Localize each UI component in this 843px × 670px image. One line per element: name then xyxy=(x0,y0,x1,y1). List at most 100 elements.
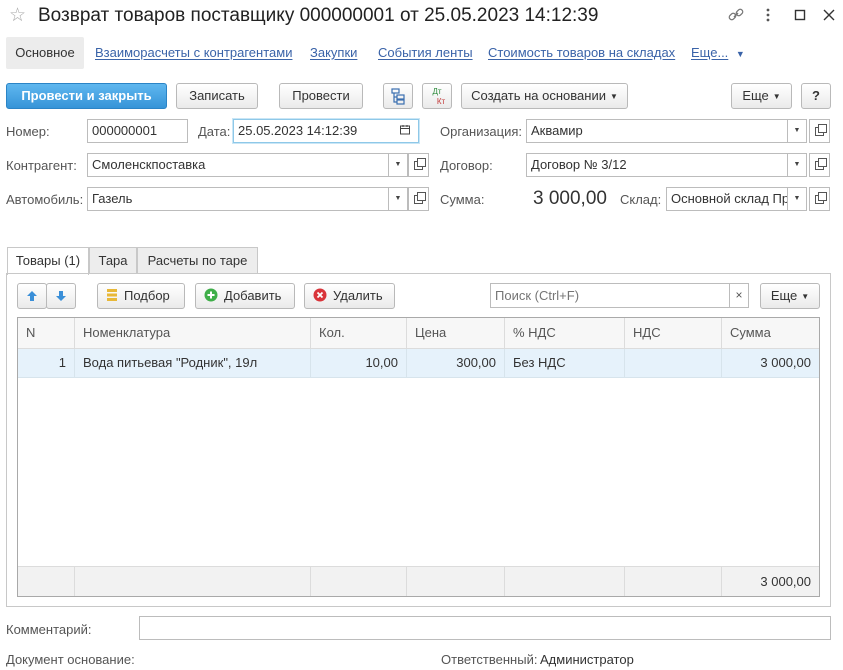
chevron-down-icon[interactable]: ▼ xyxy=(788,153,807,177)
column-header-item[interactable]: Номенклатура xyxy=(75,318,311,349)
responsible-label: Ответственный: xyxy=(441,652,538,667)
nav-link-feed-events[interactable]: События ленты xyxy=(378,44,473,62)
nav-tab-main[interactable]: Основное xyxy=(6,37,84,69)
cell-n[interactable]: 1 xyxy=(18,349,75,378)
warehouse-field[interactable]: Основной склад Пр xyxy=(666,187,788,211)
footer-cell xyxy=(311,566,407,596)
cell-vat[interactable] xyxy=(625,349,722,378)
open-icon[interactable] xyxy=(809,119,830,143)
cell-item[interactable]: Вода питьевая "Родник", 19л xyxy=(75,349,311,378)
kt-label: Кт xyxy=(436,97,446,106)
save-button[interactable]: Записать xyxy=(176,83,258,109)
dt-kt-button[interactable]: Дт Кт xyxy=(422,83,452,109)
base-document-label: Документ основание: xyxy=(6,652,135,667)
dt-label: Дт xyxy=(432,87,442,96)
add-icon xyxy=(204,288,218,302)
nav-link-settlements[interactable]: Взаиморасчеты с контрагентами xyxy=(95,44,292,62)
comment-field[interactable] xyxy=(139,616,831,640)
clear-search-icon[interactable]: × xyxy=(729,283,749,308)
search-input[interactable] xyxy=(490,283,730,308)
column-header-qty[interactable]: Кол. xyxy=(311,318,407,349)
post-button[interactable]: Провести xyxy=(279,83,363,109)
delete-icon xyxy=(313,288,327,302)
open-icon[interactable] xyxy=(809,187,830,211)
nav-more[interactable]: Еще... ▼ xyxy=(691,44,745,63)
more-button[interactable]: Еще ▼ xyxy=(731,83,792,109)
chevron-down-icon[interactable]: ▼ xyxy=(788,187,807,211)
add-button[interactable]: Добавить xyxy=(195,283,295,309)
column-header-n[interactable]: N xyxy=(18,318,75,349)
car-label: Автомобиль: xyxy=(6,192,84,207)
window-title: Возврат товаров поставщику 000000001 от … xyxy=(38,5,599,26)
open-icon[interactable] xyxy=(408,187,429,211)
add-label: Добавить xyxy=(224,288,282,303)
cell-qty[interactable]: 10,00 xyxy=(311,349,407,378)
footer-cell xyxy=(505,566,625,596)
column-header-price[interactable]: Цена xyxy=(407,318,505,349)
tab-containers[interactable]: Тара xyxy=(89,247,137,274)
pick-icon xyxy=(107,289,117,301)
contract-label: Договор: xyxy=(440,158,493,173)
contract-field[interactable]: Договор № 3/12 xyxy=(526,153,788,177)
nav-link-purchases[interactable]: Закупки xyxy=(310,44,357,62)
help-button[interactable]: ? xyxy=(801,83,831,109)
chevron-down-icon[interactable]: ▼ xyxy=(389,153,408,177)
cell-vat-rate[interactable]: Без НДС xyxy=(505,349,625,378)
organization-field[interactable]: Аквамир xyxy=(526,119,788,143)
tab-container-settlements[interactable]: Расчеты по таре xyxy=(137,247,258,274)
pick-label: Подбор xyxy=(124,288,170,303)
footer-cell xyxy=(18,566,75,596)
footer-cell xyxy=(625,566,722,596)
close-icon[interactable] xyxy=(820,6,838,24)
link-icon[interactable] xyxy=(727,6,745,24)
number-label: Номер: xyxy=(6,124,50,139)
organization-label: Организация: xyxy=(440,124,523,139)
nav-link-stock-value[interactable]: Стоимость товаров на складах xyxy=(488,44,675,62)
calendar-icon[interactable] xyxy=(398,123,414,139)
number-field[interactable]: 000000001 xyxy=(87,119,188,143)
responsible-value[interactable]: Администратор xyxy=(540,652,634,668)
column-header-vat-rate[interactable]: % НДС xyxy=(505,318,625,349)
table-more-label: Еще xyxy=(770,288,798,303)
chevron-down-icon[interactable]: ▼ xyxy=(389,187,408,211)
favorite-star-icon[interactable]: ☆ xyxy=(9,5,26,27)
date-field[interactable]: 25.05.2023 14:12:39 xyxy=(233,119,419,143)
chevron-down-icon[interactable]: ▼ xyxy=(788,119,807,143)
footer-total-sum: 3 000,00 xyxy=(722,566,819,596)
tab-goods[interactable]: Товары (1) xyxy=(7,247,89,275)
open-icon[interactable] xyxy=(408,153,429,177)
footer-cell xyxy=(407,566,505,596)
more-vert-icon[interactable] xyxy=(759,6,777,24)
contractor-label: Контрагент: xyxy=(6,158,77,173)
post-and-close-button[interactable]: Провести и закрыть xyxy=(6,83,167,109)
comment-label: Комментарий: xyxy=(6,622,92,637)
goods-table: N Номенклатура Кол. Цена % НДС НДС Сумма… xyxy=(17,317,820,597)
cell-price[interactable]: 300,00 xyxy=(407,349,505,378)
car-field[interactable]: Газель xyxy=(87,187,389,211)
chevron-down-icon: ▼ xyxy=(735,49,745,59)
column-header-vat[interactable]: НДС xyxy=(625,318,722,349)
column-header-sum[interactable]: Сумма xyxy=(722,318,819,349)
nav-more-label: Еще... xyxy=(691,45,729,60)
create-based-on-button[interactable]: Создать на основании ▼ xyxy=(461,83,628,109)
delete-button[interactable]: Удалить xyxy=(304,283,395,309)
table-more-button[interactable]: Еще ▼ xyxy=(760,283,820,309)
arrow-down-icon[interactable] xyxy=(46,283,76,309)
open-icon[interactable] xyxy=(809,153,830,177)
warehouse-label: Склад: xyxy=(620,192,662,207)
sum-label: Сумма: xyxy=(440,192,485,207)
create-based-on-label: Создать на основании xyxy=(471,88,606,103)
pick-button[interactable]: Подбор xyxy=(97,283,185,309)
structure-icon[interactable] xyxy=(383,83,413,109)
more-label: Еще xyxy=(742,88,769,103)
cell-sum[interactable]: 3 000,00 xyxy=(722,349,819,378)
chevron-down-icon: ▼ xyxy=(609,91,618,101)
minimize-icon[interactable] xyxy=(791,6,809,24)
footer-cell xyxy=(75,566,311,596)
sum-value: 3 000,00 xyxy=(533,188,607,209)
chevron-down-icon: ▼ xyxy=(772,91,781,101)
contractor-field[interactable]: Смоленскпоставка xyxy=(87,153,389,177)
chevron-down-icon: ▼ xyxy=(801,291,810,301)
arrow-up-icon[interactable] xyxy=(17,283,47,309)
delete-label: Удалить xyxy=(333,288,383,303)
